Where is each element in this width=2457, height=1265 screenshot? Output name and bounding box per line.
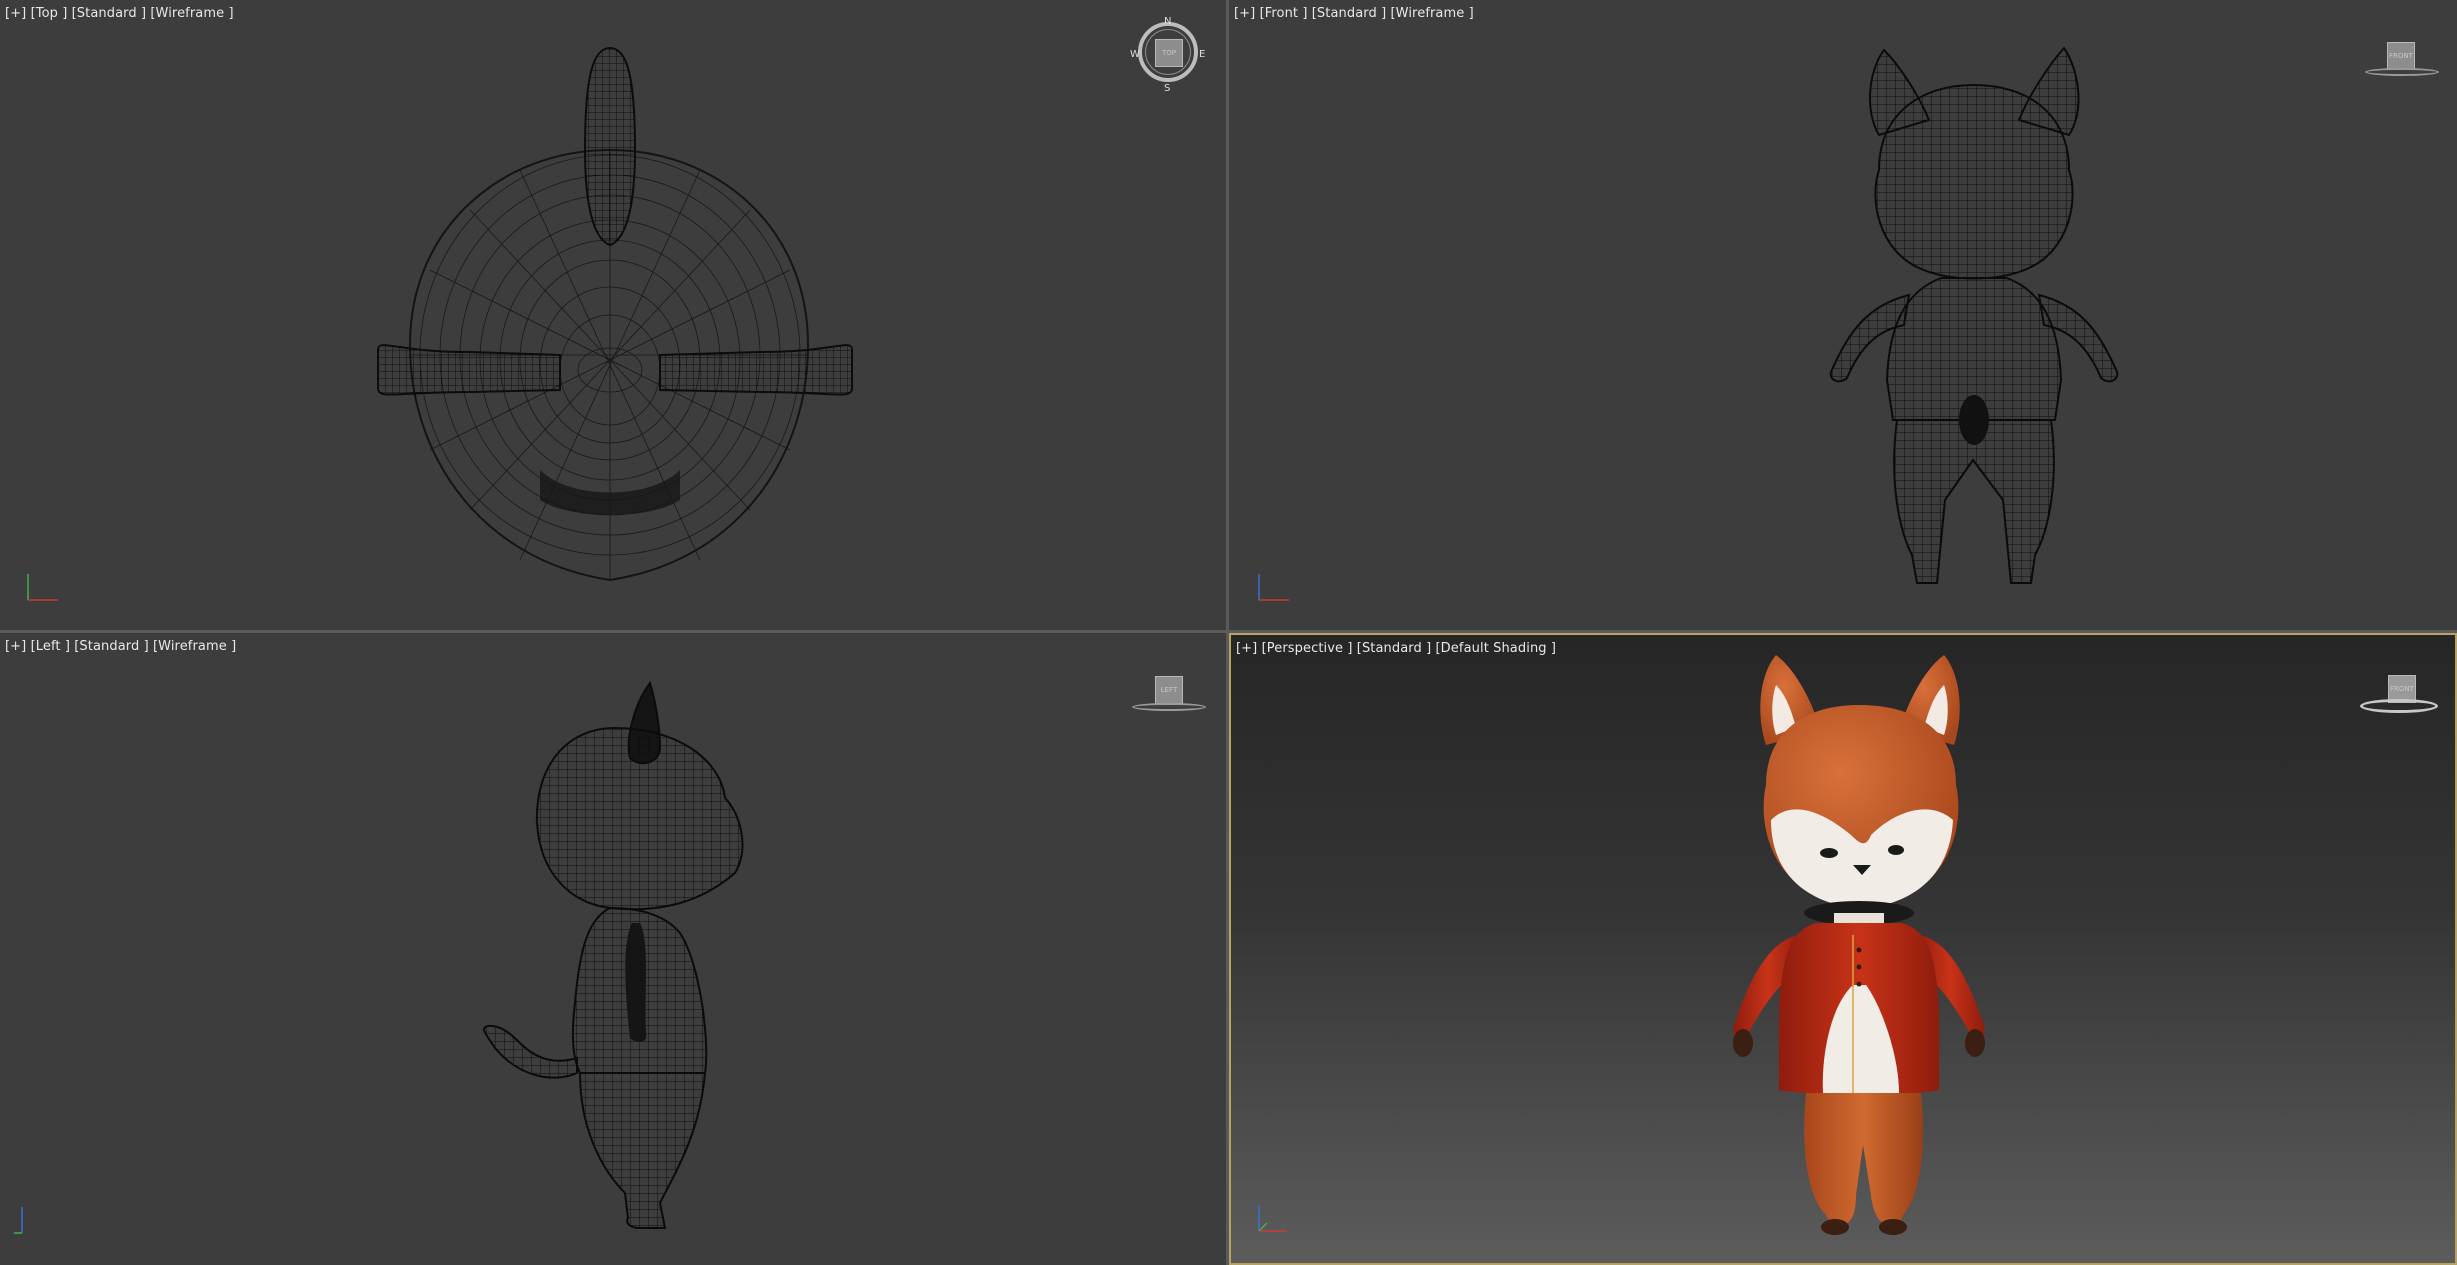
compass-east: E: [1199, 49, 1206, 60]
compass-north: N: [1164, 16, 1172, 27]
viewport-left[interactable]: LEFT [+] [Left ] [Standard ] [Wireframe …: [0, 633, 1226, 1265]
view-cube-ring: [2365, 68, 2439, 76]
axis-tripod-icon: [27, 574, 58, 601]
view-cube[interactable]: FRONT: [2387, 42, 2415, 70]
view-cube[interactable]: LEFT: [1155, 676, 1183, 704]
viewport-top[interactable]: TOP N S E W [+] [Top ] [Standard ] [Wire…: [0, 0, 1226, 630]
view-cube-ring: [2360, 699, 2438, 713]
front-wireframe-model: [1829, 46, 2119, 584]
viewport-grid: TOP N S E W [+] [Top ] [Standard ] [Wire…: [0, 0, 2457, 1265]
view-cube-ring: [1132, 703, 1206, 711]
viewport-label-perspective[interactable]: [+] [Perspective ] [Standard ] [Default …: [1236, 641, 1556, 656]
viewport-front[interactable]: FRONT [+] [Front ] [Standard ] [Wirefram…: [1229, 0, 2457, 630]
viewport-label-left[interactable]: [+] [Left ] [Standard ] [Wireframe ]: [5, 639, 236, 654]
axis-tripod-icon: [14, 1207, 23, 1234]
viewport-label-top[interactable]: [+] [Top ] [Standard ] [Wireframe ]: [5, 6, 234, 21]
axis-tripod-icon: [1258, 574, 1289, 601]
axis-tripod-icon: [1258, 1205, 1287, 1232]
top-wireframe-model: [377, 46, 853, 582]
compass-west: W: [1130, 49, 1140, 60]
viewport-label-front[interactable]: [+] [Front ] [Standard ] [Wireframe ]: [1234, 6, 1474, 21]
compass-south: S: [1164, 83, 1171, 94]
fox-character-render: [1733, 655, 1985, 1235]
left-wireframe-model: [483, 680, 744, 1229]
viewport-perspective[interactable]: FRONT [+] [Perspective ] [Standard ] [De…: [1229, 633, 2457, 1265]
view-cube[interactable]: TOP: [1155, 39, 1183, 67]
